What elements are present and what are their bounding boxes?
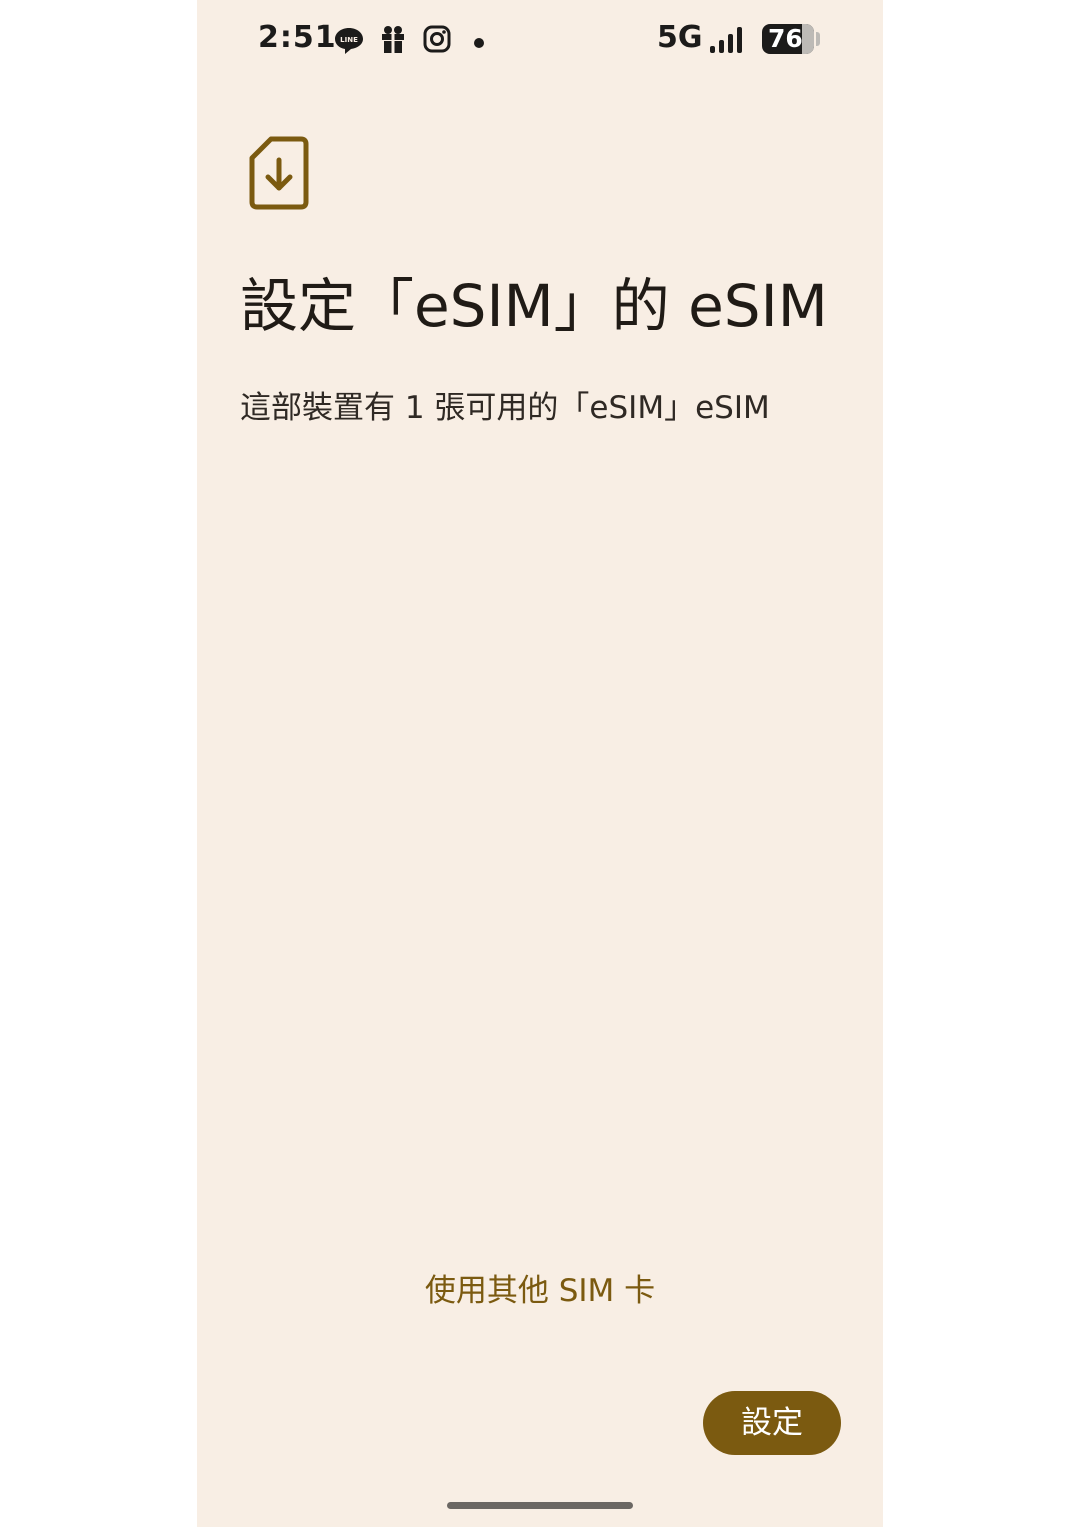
- phone-screen: 2:51 LINE 5G 76 設定「eSIM」的 eSIM 這部裝置有 1 張…: [197, 0, 883, 1527]
- battery-icon: 76: [762, 24, 814, 54]
- setup-button[interactable]: 設定: [703, 1391, 841, 1455]
- network-type: 5G: [657, 20, 703, 55]
- battery-level: 76: [768, 24, 803, 53]
- page-subtitle: 這部裝置有 1 張可用的「eSIM」eSIM: [240, 390, 770, 426]
- gift-icon: [379, 24, 407, 58]
- use-other-sim-button[interactable]: 使用其他 SIM 卡: [197, 1265, 883, 1317]
- dot-icon: [473, 34, 485, 53]
- status-bar: 2:51 LINE 5G 76: [197, 0, 883, 80]
- page-title: 設定「eSIM」的 eSIM: [240, 272, 828, 340]
- status-time: 2:51: [258, 20, 337, 55]
- battery-tip: [816, 32, 820, 46]
- signal-icon: [709, 26, 749, 58]
- line-icon: LINE: [333, 24, 365, 60]
- instagram-icon: [422, 24, 452, 58]
- gesture-nav-handle[interactable]: [447, 1502, 633, 1509]
- svg-text:LINE: LINE: [340, 36, 358, 44]
- sim-download-icon: [249, 136, 309, 214]
